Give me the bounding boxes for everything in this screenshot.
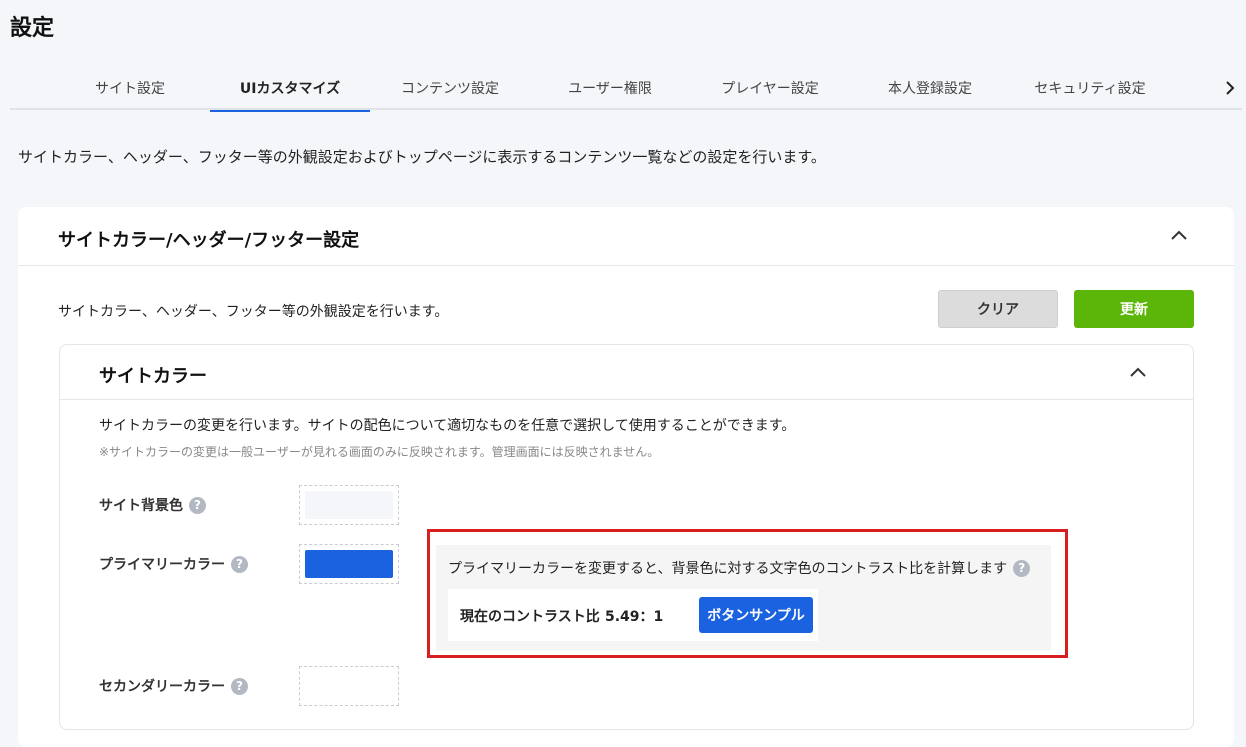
secondary-color-label: セカンダリーカラー ? xyxy=(99,676,248,696)
tab-identity-registration[interactable]: 本人登録設定 xyxy=(850,66,1010,110)
card-title: サイトカラー/ヘッダー/フッター設定 xyxy=(58,230,360,251)
appearance-settings-card: サイトカラー/ヘッダー/フッター設定 サイトカラー、ヘッダー、フッター等の外観設… xyxy=(18,207,1234,747)
site-color-header: サイトカラー xyxy=(60,345,1193,400)
background-color-swatch xyxy=(305,491,393,519)
primary-color-label-text: プライマリーカラー xyxy=(99,557,225,573)
background-color-label: サイト背景色 ? xyxy=(99,495,206,515)
tab-site-settings[interactable]: サイト設定 xyxy=(50,66,210,110)
secondary-color-picker[interactable] xyxy=(299,666,399,706)
contrast-ratio-value: 5.49：1 xyxy=(605,609,664,625)
card-header: サイトカラー/ヘッダー/フッター設定 xyxy=(18,207,1234,266)
help-icon[interactable]: ? xyxy=(1013,559,1031,577)
contrast-ratio-panel: プライマリーカラーを変更すると、背景色に対する文字色のコントラスト比を計算します… xyxy=(436,545,1051,651)
help-icon[interactable]: ? xyxy=(189,496,206,514)
update-button[interactable]: 更新 xyxy=(1074,290,1194,328)
contrast-info-text: プライマリーカラーを変更すると、背景色に対する文字色のコントラスト比を計算します xyxy=(448,561,1008,577)
contrast-ratio-label: 現在のコントラスト比 xyxy=(460,609,600,625)
tab-player-settings[interactable]: プレイヤー設定 xyxy=(690,66,850,110)
site-color-description: サイトカラーの変更を行います。サイトの配色について適切なものを任意で選択して使用… xyxy=(99,418,796,434)
site-color-panel: サイトカラー サイトカラーの変更を行います。サイトの配色について適切なものを任意… xyxy=(59,344,1194,730)
page-title: 設定 xyxy=(10,16,55,41)
background-color-picker[interactable] xyxy=(299,485,399,525)
site-color-note: ※サイトカラーの変更は一般ユーザーが見れる画面のみに反映されます。管理画面には反… xyxy=(99,445,660,459)
tab-ui-customize[interactable]: UIカスタマイズ xyxy=(210,66,370,112)
clear-button[interactable]: クリア xyxy=(938,290,1058,328)
primary-color-label: プライマリーカラー ? xyxy=(99,554,248,574)
primary-color-swatch xyxy=(305,550,393,578)
secondary-color-label-text: セカンダリーカラー xyxy=(99,679,225,695)
settings-tabs: サイト設定 UIカスタマイズ コンテンツ設定 ユーザー権限 プレイヤー設定 本人… xyxy=(10,66,1242,112)
contrast-info: プライマリーカラーを変更すると、背景色に対する文字色のコントラスト比を計算します… xyxy=(448,558,1031,578)
chevron-right-icon[interactable] xyxy=(1218,66,1242,110)
page-description: サイトカラー、ヘッダー、フッター等の外観設定およびトップページに表示するコンテン… xyxy=(18,148,826,166)
tab-content-settings[interactable]: コンテンツ設定 xyxy=(370,66,530,110)
tab-security-settings[interactable]: セキュリティ設定 xyxy=(1010,66,1170,110)
site-color-title: サイトカラー xyxy=(99,366,207,387)
sample-button[interactable]: ボタンサンプル xyxy=(699,597,813,633)
secondary-color-swatch xyxy=(305,672,393,700)
card-description: サイトカラー、ヘッダー、フッター等の外観設定を行います。 xyxy=(58,304,449,320)
primary-color-picker[interactable] xyxy=(299,544,399,584)
contrast-result: 現在のコントラスト比 5.49：1 ボタンサンプル xyxy=(448,589,818,641)
chevron-up-icon[interactable] xyxy=(1127,361,1149,383)
chevron-up-icon[interactable] xyxy=(1168,224,1190,246)
tab-user-permissions[interactable]: ユーザー権限 xyxy=(530,66,690,110)
help-icon[interactable]: ? xyxy=(231,677,248,695)
help-icon[interactable]: ? xyxy=(231,555,248,573)
background-color-label-text: サイト背景色 xyxy=(99,498,183,514)
